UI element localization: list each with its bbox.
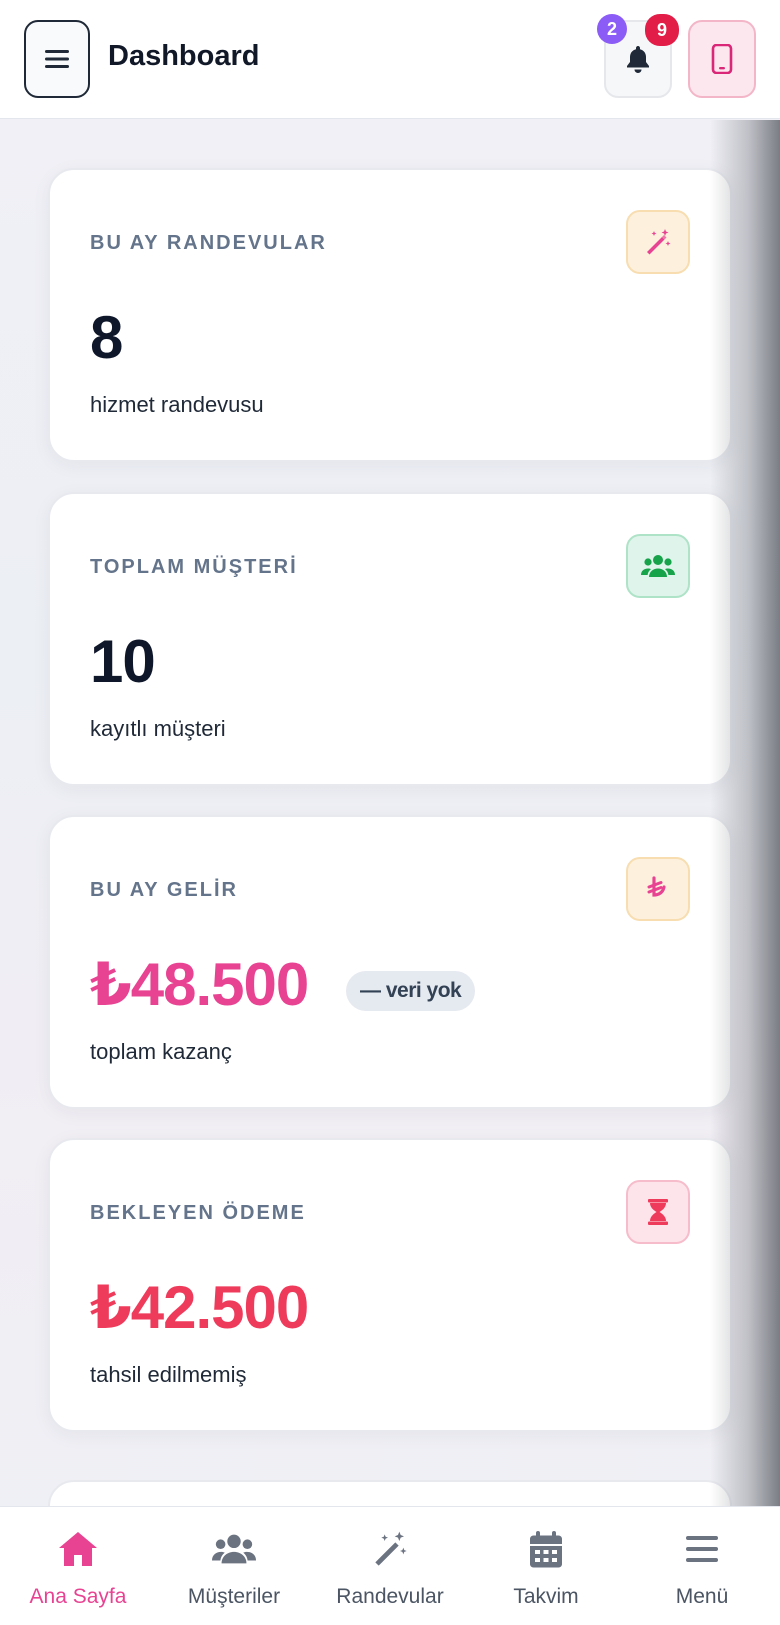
mobile-phone-icon xyxy=(711,44,733,74)
top-header: Dashboard 2 9 xyxy=(0,0,780,119)
notification-count-badge: 2 xyxy=(597,14,627,44)
stat-card-value: ₺42.500 xyxy=(90,1274,309,1341)
magic-wand-icon xyxy=(368,1527,412,1571)
magic-wand-icon xyxy=(626,210,690,274)
nav-label: Ana Sayfa xyxy=(29,1585,127,1608)
alert-count-badge: 9 xyxy=(645,14,679,46)
calendar-icon xyxy=(524,1527,568,1571)
bottom-navigation: Ana Sayfa Müşteriler Randevular Takvim M… xyxy=(0,1506,780,1625)
nav-item-appointments[interactable]: Randevular xyxy=(312,1507,468,1625)
menu-icon xyxy=(680,1527,724,1571)
mobile-view-button[interactable] xyxy=(688,20,756,98)
stat-card-label: TOPLAM MÜŞTERİ xyxy=(90,556,298,578)
stat-card-subtitle: toplam kazanç xyxy=(90,1039,232,1064)
nav-item-calendar[interactable]: Takvim xyxy=(468,1507,624,1625)
stat-card-income[interactable]: BU AY GELİR ₺48.500 — veri yok toplam ka… xyxy=(48,815,732,1109)
nav-item-menu[interactable]: Menü xyxy=(624,1507,780,1625)
stat-card-subtitle: kayıtlı müşteri xyxy=(90,716,226,741)
stat-card-subtitle: tahsil edilmemiş xyxy=(90,1362,247,1387)
stat-card-subtitle: hizmet randevusu xyxy=(90,392,264,417)
page-title: Dashboard xyxy=(108,40,260,72)
stat-card-value: ₺48.500 xyxy=(90,951,309,1018)
stat-card-pending-payment[interactable]: BEKLEYEN ÖDEME ₺42.500 tahsil edilmemiş xyxy=(48,1138,732,1432)
hamburger-menu-button[interactable] xyxy=(24,20,90,98)
stat-card-value: 10 xyxy=(90,628,156,695)
nav-label: Randevular xyxy=(336,1585,444,1608)
hourglass-icon xyxy=(626,1180,690,1244)
nav-label: Takvim xyxy=(513,1585,579,1608)
users-icon xyxy=(626,534,690,598)
stat-card-appointments[interactable]: BU AY RANDEVULAR 8 hizmet randevusu xyxy=(48,168,732,462)
hamburger-icon xyxy=(45,50,69,68)
stat-card-value: 8 xyxy=(90,304,123,371)
nav-item-home[interactable]: Ana Sayfa xyxy=(0,1507,156,1625)
home-icon xyxy=(56,1527,100,1571)
stat-card-label: BU AY GELİR xyxy=(90,879,238,901)
nav-label: Menü xyxy=(675,1585,729,1608)
nav-item-customers[interactable]: Müşteriler xyxy=(156,1507,312,1625)
users-icon xyxy=(212,1527,256,1571)
no-data-pill: — veri yok xyxy=(346,971,476,1011)
stat-card-label: BU AY RANDEVULAR xyxy=(90,232,327,254)
stat-card-customers[interactable]: TOPLAM MÜŞTERİ 10 kayıtlı müşteri xyxy=(48,492,732,786)
bell-icon xyxy=(627,46,649,73)
nav-label: Müşteriler xyxy=(187,1585,281,1608)
lira-icon xyxy=(626,857,690,921)
stat-card-label: BEKLEYEN ÖDEME xyxy=(90,1202,306,1224)
